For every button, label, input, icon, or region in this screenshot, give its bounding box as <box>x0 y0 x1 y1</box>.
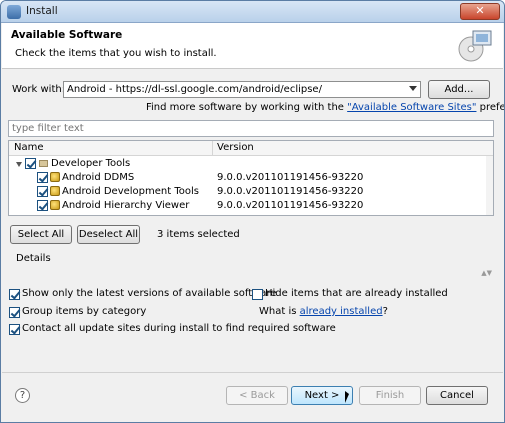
plugin-icon <box>50 200 60 210</box>
title-bar: Install ✕ <box>1 1 504 23</box>
filter-field[interactable] <box>8 120 494 137</box>
column-name[interactable]: Name <box>14 142 44 153</box>
category-name: Developer Tools <box>51 158 131 169</box>
hide-installed-checkbox[interactable] <box>252 289 263 300</box>
table-header: Name Version <box>9 141 493 156</box>
page-title: Available Software <box>11 29 123 41</box>
contact-sites-label: Contact all update sites during install … <box>22 323 336 334</box>
page-subtitle: Check the items that you wish to install… <box>15 48 217 59</box>
what-is-installed-text: What is already installed? <box>259 306 388 317</box>
column-version[interactable]: Version <box>217 142 254 153</box>
help-icon[interactable]: ? <box>15 388 30 403</box>
work-with-value: Android - https://dl-ssl.google.com/andr… <box>67 84 322 95</box>
table-row[interactable]: Android Hierarchy Viewer 9.0.0.v20110119… <box>9 199 493 213</box>
item-version: 9.0.0.v201101191456-93220 <box>217 186 364 197</box>
table-row-category[interactable]: Developer Tools <box>9 157 493 171</box>
wizard-header: Available Software Check the items that … <box>2 23 503 69</box>
cancel-button[interactable]: Cancel <box>426 386 488 405</box>
group-by-category-checkbox[interactable] <box>9 307 20 318</box>
close-button[interactable]: ✕ <box>460 3 500 20</box>
mouse-pointer-icon <box>345 391 349 403</box>
details-scroll-arrows-icon[interactable]: ▲▼ <box>481 270 492 277</box>
table-row[interactable]: Android DDMS 9.0.0.v201101191456-93220 <box>9 171 493 185</box>
chevron-down-icon[interactable] <box>409 86 417 91</box>
footer-divider <box>2 372 503 373</box>
item-version: 9.0.0.v201101191456-93220 <box>217 172 364 183</box>
details-label: Details <box>16 253 51 264</box>
install-dialog: Install ✕ Available Software Check the i… <box>0 0 505 423</box>
add-site-button[interactable]: Add... <box>428 80 490 99</box>
select-all-button[interactable]: Select All <box>10 225 72 244</box>
item-checkbox[interactable] <box>37 172 48 183</box>
item-name: Android Development Tools <box>62 186 199 197</box>
table-scrollbar[interactable] <box>486 156 493 215</box>
hide-installed-label: Hide items that are already installed <box>265 288 448 299</box>
app-icon <box>7 5 21 19</box>
plugin-icon <box>50 172 60 182</box>
filter-input[interactable] <box>9 121 493 136</box>
what-is-prefix: What is <box>259 306 300 317</box>
finish-button[interactable]: Finish <box>359 386 421 405</box>
work-with-label: Work with: <box>12 84 66 95</box>
expand-toggle-icon[interactable] <box>16 162 22 167</box>
category-icon <box>39 160 48 167</box>
plugin-icon <box>50 186 60 196</box>
table-row[interactable]: Android Development Tools 9.0.0.v2011011… <box>9 185 493 199</box>
software-table: Name Version Developer Tools Android DDM… <box>8 140 494 216</box>
work-with-combo[interactable]: Android - https://dl-ssl.google.com/andr… <box>63 81 421 98</box>
find-more-text: Find more software by working with the "… <box>146 102 504 113</box>
show-latest-label: Show only the latest versions of availab… <box>22 288 277 299</box>
find-more-prefix: Find more software by working with the <box>146 102 348 113</box>
install-wizard-icon <box>458 30 492 62</box>
category-checkbox[interactable] <box>25 158 36 169</box>
deselect-all-button[interactable]: Deselect All <box>77 225 140 244</box>
window-title: Install <box>26 5 58 17</box>
item-checkbox[interactable] <box>37 186 48 197</box>
group-by-category-label: Group items by category <box>22 306 147 317</box>
contact-sites-checkbox[interactable] <box>9 324 20 335</box>
show-latest-checkbox[interactable] <box>9 289 20 300</box>
item-version: 9.0.0.v201101191456-93220 <box>217 200 364 211</box>
item-checkbox[interactable] <box>37 200 48 211</box>
already-installed-link[interactable]: already installed <box>300 306 383 317</box>
details-panel: Details ▲▼ <box>8 247 494 285</box>
item-name: Android DDMS <box>62 172 135 183</box>
next-button[interactable]: Next > <box>291 386 353 405</box>
back-button[interactable]: < Back <box>226 386 288 405</box>
what-is-suffix: ? <box>382 306 388 317</box>
column-divider[interactable] <box>212 141 213 156</box>
find-more-suffix: preferences. <box>479 102 504 113</box>
item-name: Android Hierarchy Viewer <box>62 200 190 211</box>
available-software-sites-link[interactable]: "Available Software Sites" <box>347 102 476 113</box>
selection-status: 3 items selected <box>157 229 240 240</box>
